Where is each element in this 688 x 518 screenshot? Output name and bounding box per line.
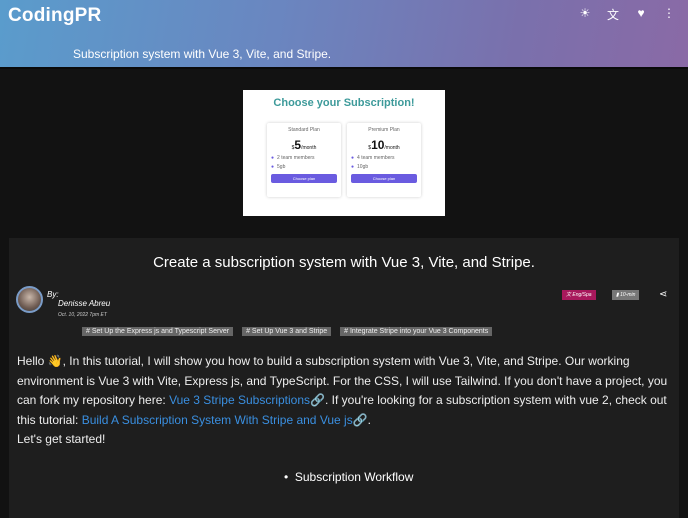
publish-date: Oct. 10, 2022 7pm ET <box>58 312 107 318</box>
plan-feature: 4 team members <box>351 155 417 161</box>
brand-logo[interactable]: CodingPR <box>8 5 101 27</box>
more-vert-icon[interactable]: ⋮ <box>662 6 676 23</box>
by-label: By: <box>47 290 59 299</box>
page-subtitle: Subscription system with Vue 3, Vite, an… <box>73 47 332 61</box>
plan-card-premium: Premium Plan $10/month 4 team members 10… <box>347 123 421 197</box>
plan-card-standard: Standard Plan $5/month 2 team members 5g… <box>267 123 341 197</box>
article-title: Create a subscription system with Vue 3,… <box>153 254 535 271</box>
plan-period: /month <box>301 145 317 151</box>
subscription-preview-image: Choose your Subscription! Standard Plan … <box>243 90 445 216</box>
intro-text: . <box>367 412 372 427</box>
repo-link[interactable]: Vue 3 Stripe Subscriptions🔗 <box>169 393 325 407</box>
brightness-icon[interactable]: ☀ <box>578 6 592 23</box>
choose-plan-button: Choose plan <box>271 174 337 183</box>
plan-feature: 2 team members <box>271 155 337 161</box>
tag-link[interactable]: # Set Up the Express js and Typescript S… <box>82 327 234 336</box>
share-icon[interactable]: ⋖ <box>659 289 667 300</box>
preview-title: Choose your Subscription! <box>273 97 415 109</box>
plan-name: Standard Plan <box>288 127 320 133</box>
translate-icon[interactable]: 文 <box>606 6 620 23</box>
article-card: Create a subscription system with Vue 3,… <box>9 238 679 518</box>
tag-link[interactable]: # Set Up Vue 3 and Stripe <box>242 327 332 336</box>
article-body: Hello 👋, In this tutorial, I will show y… <box>17 352 672 450</box>
start-text: Let's get started! <box>17 432 106 446</box>
heart-icon[interactable]: ♥ <box>634 6 648 23</box>
language-badge[interactable]: 文 Eng/Spa <box>562 290 596 300</box>
read-time-badge: ▮ 10-min <box>612 290 640 300</box>
read-time-label: 10-min <box>620 292 636 298</box>
list-item: • Subscription Workflow <box>284 470 414 484</box>
header-banner: CodingPR ☀ 文 ♥ ⋮ Subscription system wit… <box>0 0 688 67</box>
plan-feature: 5gb <box>271 164 337 170</box>
plan-name: Premium Plan <box>368 127 400 133</box>
plan-feature: 10gb <box>351 164 417 170</box>
vue2-tutorial-link[interactable]: Build A Subscription System With Stripe … <box>82 413 368 427</box>
tag-link[interactable]: # Integrate Stripe into your Vue 3 Compo… <box>340 327 493 336</box>
choose-plan-button: Choose plan <box>351 174 417 183</box>
plan-price: 10 <box>371 138 385 152</box>
list-item-label: Subscription Workflow <box>294 470 414 484</box>
language-label: Eng/Spa <box>572 292 592 298</box>
author-name: Denisse Abreu <box>58 299 111 308</box>
divider <box>0 67 688 69</box>
plan-period: /month <box>384 145 400 151</box>
avatar <box>16 286 43 313</box>
